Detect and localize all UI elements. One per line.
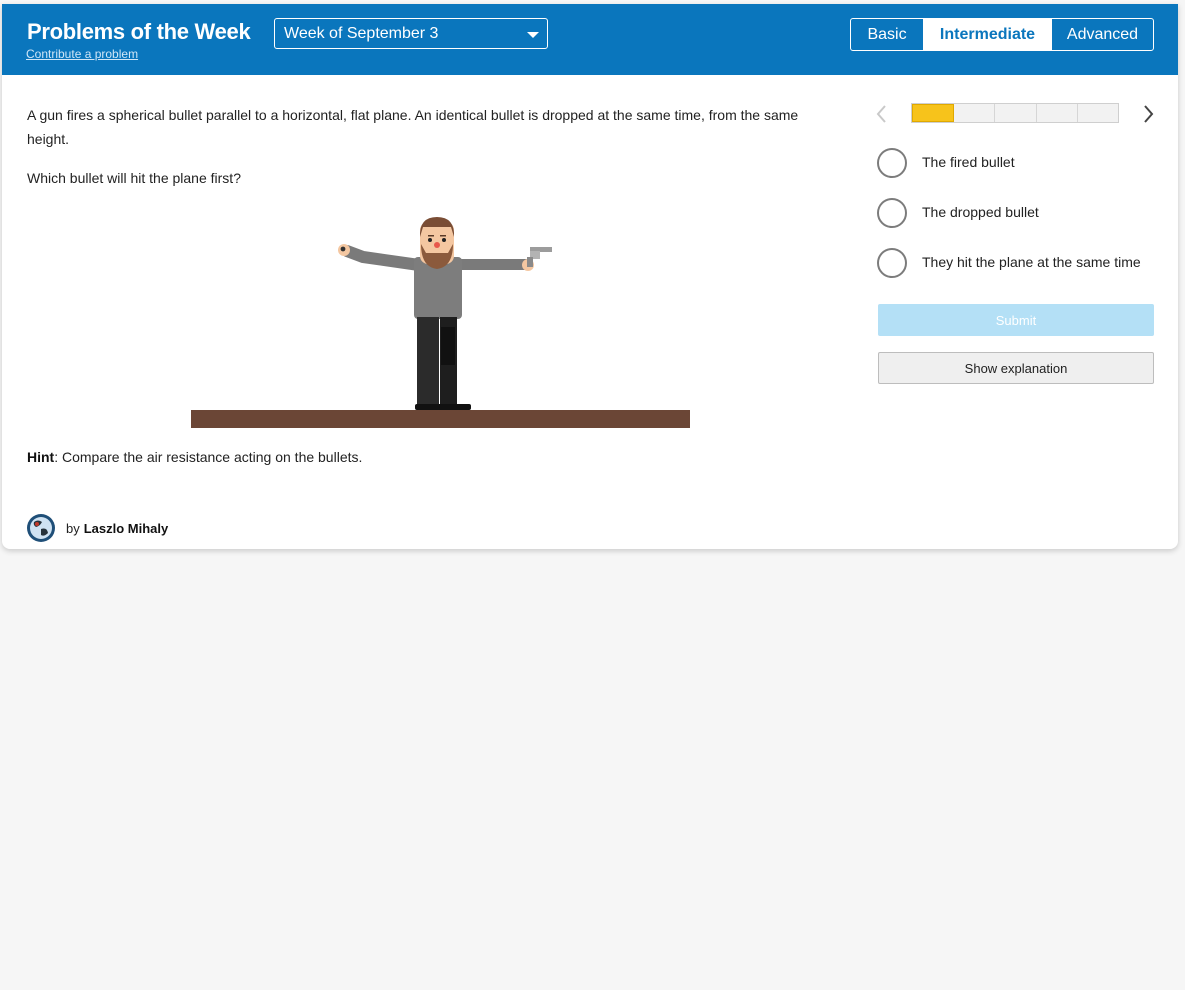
chevron-down-icon bbox=[527, 32, 539, 38]
hint-text: : Compare the air resistance acting on t… bbox=[54, 449, 363, 465]
option-label: They hit the plane at the same time bbox=[922, 254, 1141, 270]
left-arm bbox=[341, 245, 425, 271]
chevron-right-icon bbox=[1144, 105, 1154, 123]
radio-button[interactable] bbox=[877, 248, 907, 278]
progress-segment-filled bbox=[912, 104, 955, 122]
progress-segment bbox=[954, 104, 996, 122]
chevron-left-icon bbox=[876, 105, 886, 123]
tab-intermediate[interactable]: Intermediate bbox=[924, 19, 1051, 50]
author-by-label: by bbox=[66, 520, 80, 536]
hint-label: Hint bbox=[27, 449, 55, 465]
tab-basic[interactable]: Basic bbox=[851, 19, 924, 50]
revolver-icon bbox=[527, 247, 552, 267]
option-label: The dropped bullet bbox=[922, 204, 1039, 220]
problem-card: Problems of the Week Contribute a proble… bbox=[2, 4, 1178, 549]
option-same-time[interactable]: They hit the plane at the same time bbox=[877, 248, 1167, 278]
progress-segment bbox=[1078, 104, 1118, 122]
radio-button[interactable] bbox=[877, 148, 907, 178]
next-problem-button[interactable] bbox=[1138, 103, 1158, 125]
author-name: Laszlo Mihaly bbox=[83, 520, 169, 536]
held-bullet bbox=[340, 246, 346, 252]
problem-progress-bar bbox=[911, 103, 1119, 123]
show-explanation-button[interactable]: Show explanation bbox=[878, 352, 1154, 384]
problem-question: Which bullet will hit the plane first? bbox=[27, 170, 241, 186]
progress-segment bbox=[995, 104, 1037, 122]
contribute-link[interactable]: Contribute a problem bbox=[26, 47, 138, 61]
submit-button[interactable]: Submit bbox=[878, 304, 1154, 336]
header-bar: Problems of the Week Contribute a proble… bbox=[2, 4, 1178, 75]
progress-segment bbox=[1037, 104, 1078, 122]
week-select-value: Week of September 3 bbox=[284, 25, 439, 42]
shoe bbox=[415, 404, 471, 410]
problem-statement: A gun fires a spherical bullet parallel … bbox=[27, 107, 799, 147]
gunman-illustration bbox=[191, 217, 690, 428]
level-tabs: Basic Intermediate Advanced bbox=[850, 18, 1154, 51]
author-credit: by Laszlo Mihaly bbox=[26, 513, 168, 543]
radio-button[interactable] bbox=[877, 198, 907, 228]
nose bbox=[434, 242, 440, 248]
left-leg bbox=[417, 317, 439, 409]
page-title: Problems of the Week bbox=[27, 19, 251, 44]
ground-plane bbox=[191, 410, 690, 428]
option-dropped-bullet[interactable]: The dropped bullet bbox=[877, 198, 1167, 228]
option-label: The fired bullet bbox=[922, 154, 1015, 170]
tab-advanced[interactable]: Advanced bbox=[1051, 19, 1153, 50]
problem-illustration bbox=[187, 209, 697, 444]
option-fired-bullet[interactable]: The fired bullet bbox=[877, 148, 1167, 178]
week-select[interactable]: Week of September 3 bbox=[274, 18, 548, 49]
previous-problem-button[interactable] bbox=[872, 103, 892, 125]
globe-icon bbox=[27, 514, 55, 542]
hint: Hint: Compare the air resistance acting … bbox=[27, 449, 362, 465]
